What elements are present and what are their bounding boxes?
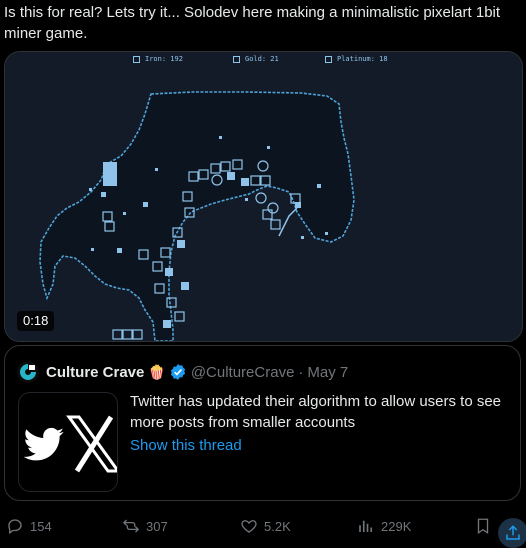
share-icon	[506, 525, 520, 540]
iron-counter: Iron: 192	[133, 55, 183, 63]
reply-count: 154	[30, 518, 52, 534]
video-duration-badge: 0:18	[17, 311, 55, 331]
iron-icon	[133, 55, 140, 63]
quoted-author-name[interactable]: Culture Crave	[46, 364, 144, 381]
bookmark-icon	[477, 518, 489, 535]
quoted-author-handle[interactable]: @CultureCrave	[191, 364, 295, 381]
avatar[interactable]	[17, 361, 39, 383]
separator-dot: ·	[298, 363, 304, 381]
twitter-bird-icon	[23, 427, 64, 461]
post-actions-bar: 154 307 5.2K 229K	[0, 512, 526, 548]
game-hud: Iron: 192 Gold: 21 Platinum: 18	[5, 52, 522, 66]
platinum-label: Platinum: 18	[337, 55, 388, 63]
quoted-post[interactable]: Culture Crave 🍿 @CultureCrave · May 7 Tw…	[4, 345, 521, 501]
x-logo-icon	[66, 415, 117, 473]
views-count: 229K	[381, 518, 412, 534]
repost-button[interactable]: 307	[122, 517, 168, 535]
show-thread-link[interactable]: Show this thread	[130, 435, 510, 456]
reply-button[interactable]: 154	[6, 517, 52, 535]
verified-badge-icon	[170, 364, 185, 380]
views-icon	[359, 520, 373, 532]
quoted-post-body: Twitter has updated their algorithm to a…	[130, 391, 510, 456]
game-frame	[5, 52, 522, 341]
share-button[interactable]	[498, 518, 526, 548]
video-player[interactable]: Iron: 192 Gold: 21 Platinum: 18 0:18	[4, 51, 523, 342]
like-button[interactable]: 5.2K	[240, 517, 291, 535]
popcorn-emoji: 🍿	[148, 363, 166, 380]
iron-label: Iron: 192	[145, 55, 183, 63]
reply-icon	[8, 519, 22, 535]
platinum-counter: Platinum: 18	[325, 55, 388, 63]
views-button[interactable]: 229K	[357, 517, 411, 535]
culture-crave-logo-icon	[17, 361, 39, 383]
like-count: 5.2K	[264, 518, 291, 534]
gold-counter: Gold: 21	[233, 55, 279, 63]
gold-label: Gold: 21	[245, 55, 279, 63]
heart-icon	[241, 520, 257, 533]
repost-count: 307	[146, 518, 168, 534]
quoted-post-thumbnail[interactable]	[18, 392, 118, 492]
platinum-icon	[325, 55, 332, 63]
quoted-post-header: Culture Crave 🍿 @CultureCrave · May 7	[17, 361, 348, 383]
repost-icon	[122, 519, 140, 533]
thumbnail-logos	[23, 415, 117, 473]
bookmark-button[interactable]	[474, 517, 492, 535]
quoted-post-text: Twitter has updated their algorithm to a…	[130, 393, 502, 431]
post-text: Is this for real? Lets try it... Solodev…	[4, 4, 501, 42]
quoted-post-date[interactable]: May 7	[307, 364, 348, 381]
gold-icon	[233, 55, 240, 63]
